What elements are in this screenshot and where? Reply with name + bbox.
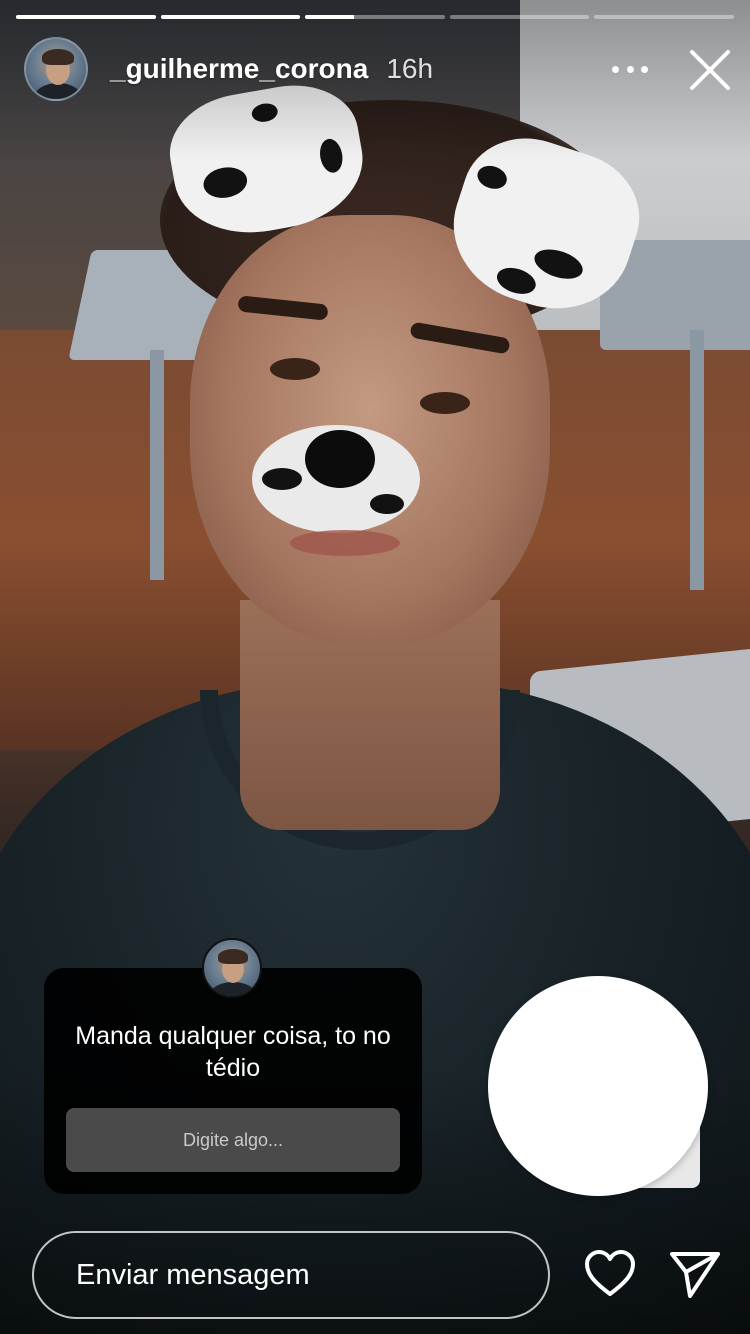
progress-segment xyxy=(160,15,301,19)
story-header: _guilherme_corona 16h xyxy=(24,36,734,102)
story-footer: Enviar mensagem xyxy=(0,1226,750,1326)
send-message-input[interactable]: Enviar mensagem xyxy=(32,1231,550,1319)
send-icon[interactable] xyxy=(668,1248,722,1300)
progress-segment xyxy=(449,15,590,19)
progress-segment xyxy=(16,15,156,19)
heart-eyes-emoji-icon: 😍 xyxy=(547,1030,649,1142)
avatar xyxy=(202,938,262,998)
question-prompt: Manda qualquer coisa, to no tédio xyxy=(75,1022,391,1082)
close-icon[interactable] xyxy=(686,46,734,94)
emoji-reaction-button[interactable]: 😍 xyxy=(488,976,708,1196)
story-progress-bar xyxy=(16,15,734,19)
more-horizontal-icon[interactable] xyxy=(612,54,648,84)
question-answer-input[interactable]: Digite algo... xyxy=(66,1108,400,1172)
progress-segment xyxy=(594,15,734,19)
question-sticker: Manda qualquer coisa, to no tédio Digite… xyxy=(44,938,422,1194)
username[interactable]: _guilherme_corona xyxy=(110,53,368,85)
heart-icon[interactable] xyxy=(584,1250,636,1298)
progress-segment xyxy=(305,15,445,19)
timestamp: 16h xyxy=(386,53,434,84)
avatar[interactable] xyxy=(24,37,88,101)
